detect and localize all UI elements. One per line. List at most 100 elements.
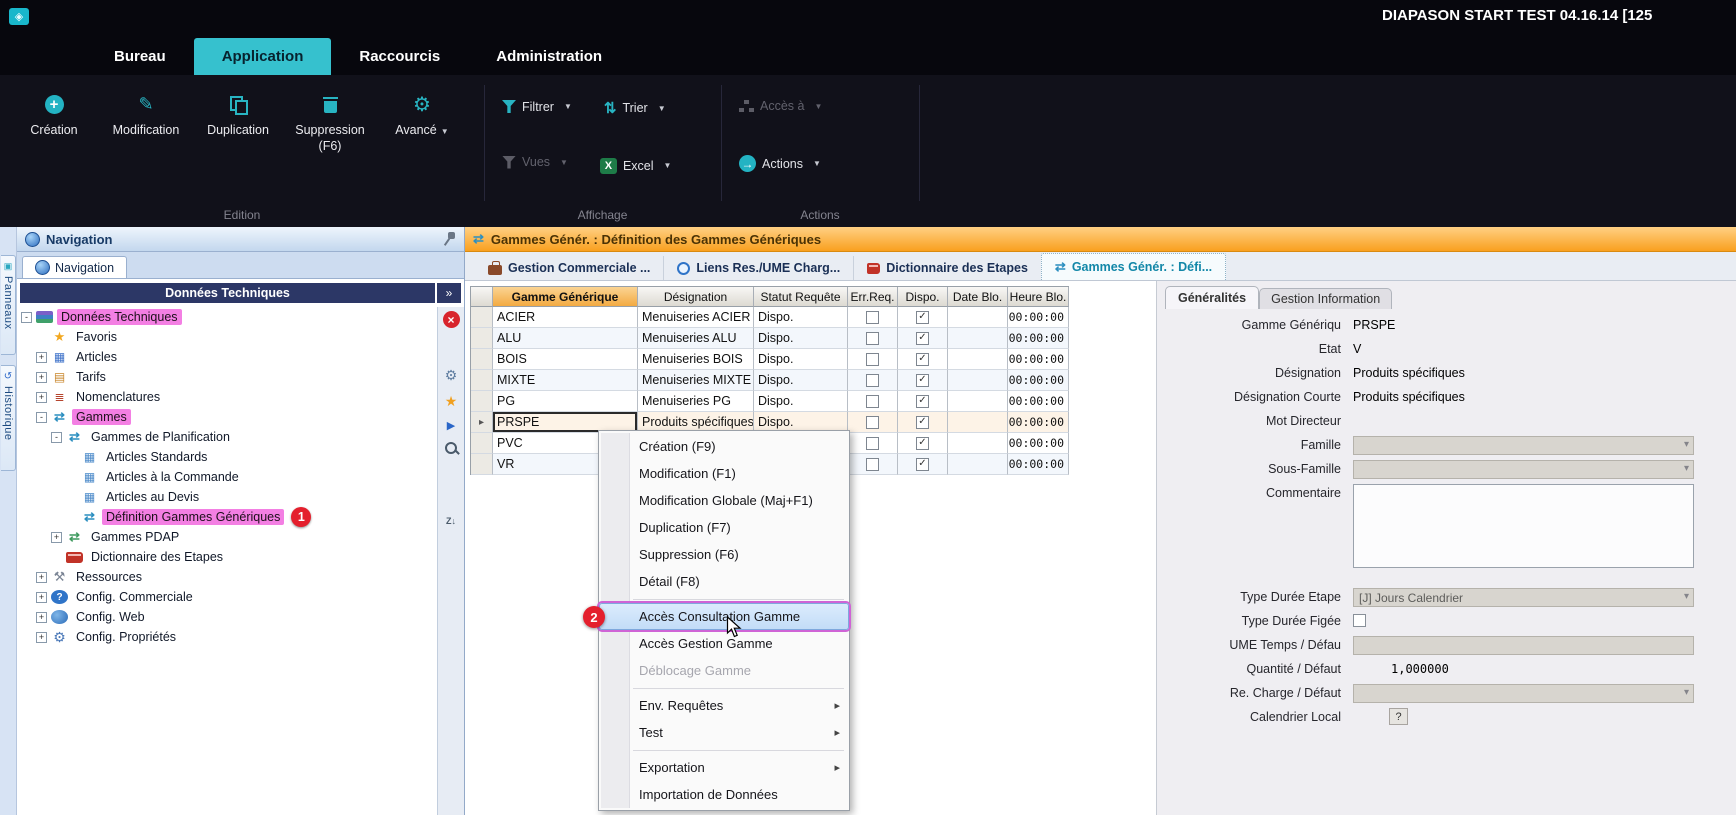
table-row-alu[interactable]: ALUMenuiseries ALUDispo.✓00:00:00 [471,328,1069,349]
ribbon-button-avance[interactable]: ⚙Avancé▼ [376,85,468,155]
tree-item-articles-standards[interactable]: ▦Articles Standards [17,447,437,467]
expander-icon[interactable]: + [36,372,47,383]
pin-icon[interactable] [444,232,456,246]
field-select-sous-famille[interactable] [1353,460,1694,479]
search-icon[interactable] [444,441,458,455]
context-menu-item-acces-consultation-gamme[interactable]: Accès Consultation Gamme2 [599,603,849,630]
tree-item-config-commerciale[interactable]: +?Config. Commerciale [17,587,437,607]
column-header-heure-blo[interactable]: Heure Blo. [1008,287,1069,307]
checkbox-err-req[interactable] [866,395,879,408]
tree-item-gammes-de-planification[interactable]: -⇄Gammes de Planification [17,427,437,447]
ribbon-button-suppression-f6[interactable]: Suppression (F6) [284,85,376,155]
document-tab-liens-res-ume-charg[interactable]: Liens Res./UME Charg... [663,256,853,280]
tree-item-donnees-techniques[interactable]: -Données Techniques [17,307,437,327]
column-header-gamme-generique[interactable]: Gamme Générique [493,287,638,307]
tree-item-articles-au-devis[interactable]: ▦Articles au Devis [17,487,437,507]
column-header-statut-requete[interactable]: Statut Requête [754,287,848,307]
document-tab-gammes-gener-defi[interactable]: ⇄Gammes Génér. : Défi... [1041,253,1226,280]
tree-item-dictionnaire-des-etapes[interactable]: Dictionnaire des Etapes [17,547,437,567]
expander-icon[interactable]: + [36,632,47,643]
checkbox-err-req[interactable] [866,374,879,387]
expander-icon[interactable]: + [36,572,47,583]
checkbox-dispo[interactable]: ✓ [916,395,929,408]
table-row-mixte[interactable]: MIXTEMenuiseries MIXTEDispo.✓00:00:00 [471,370,1069,391]
tree-item-gammes[interactable]: -⇄Gammes [17,407,437,427]
ribbon-button-actions[interactable]: →Actions▼ [739,155,821,172]
tree-item-config-proprietes[interactable]: +⚙Config. Propriétés [17,627,437,647]
column-header-designation[interactable]: Désignation [638,287,754,307]
field-select-re-charge-defaut[interactable] [1353,684,1694,703]
sort-za-icon[interactable]: Z↓ [446,516,456,526]
tree-item-tarifs[interactable]: +▤Tarifs [17,367,437,387]
tab-navigation[interactable]: Navigation [22,256,127,278]
go-arrow-icon[interactable]: ▶ [447,419,455,432]
expander-icon[interactable]: - [21,312,32,323]
checkbox-dispo[interactable]: ✓ [916,374,929,387]
ribbon-button-duplication[interactable]: Duplication [192,85,284,155]
field-textarea-commentaire[interactable] [1353,484,1694,568]
context-menu-item-modification-f1[interactable]: Modification (F1) [599,460,849,487]
column-header-err-req[interactable]: Err.Req. [848,287,898,307]
expander-icon[interactable]: + [36,612,47,623]
ribbon-button-vues[interactable]: Vues▼ [502,155,568,169]
menu-tab-application[interactable]: Application [194,38,332,75]
tree-item-definition-gammes-generiques[interactable]: ⇄Définition Gammes Génériques1 [17,507,437,527]
context-menu-item-env-requetes[interactable]: Env. Requêtes▸ [599,692,849,719]
menu-tab-administration[interactable]: Administration [468,38,630,75]
tree-collapse-button[interactable]: » [437,283,461,303]
side-tab-historique[interactable]: ↺ Historique [1,365,16,471]
column-header-dispo[interactable]: Dispo. [898,287,948,307]
tree-item-gammes-pdap[interactable]: +⇄Gammes PDAP [17,527,437,547]
expander-icon[interactable]: - [36,412,47,423]
checkbox-dispo[interactable]: ✓ [916,353,929,366]
field-select-type-duree-etape[interactable]: [J] Jours Calendrier [1353,588,1694,607]
context-menu-item-duplication-f7[interactable]: Duplication (F7) [599,514,849,541]
tree-item-articles-a-la-commande[interactable]: ▦Articles à la Commande [17,467,437,487]
checkbox-dispo[interactable]: ✓ [916,437,929,450]
checkbox-dispo[interactable]: ✓ [916,332,929,345]
context-menu-item-creation-f9[interactable]: Création (F9) [599,433,849,460]
expander-icon[interactable]: + [36,592,47,603]
side-tab-panneaux[interactable]: ▣ Panneaux [1,255,16,355]
menu-tab-bureau[interactable]: Bureau [86,38,194,75]
document-tab-dictionnaire-des-etapes[interactable]: Dictionnaire des Etapes [853,256,1041,280]
checkbox-dispo[interactable]: ✓ [916,416,929,429]
expander-icon[interactable]: + [36,392,47,403]
tab-generalites[interactable]: Généralités [1165,286,1259,309]
checkbox-err-req[interactable] [866,437,879,450]
checkbox-err-req[interactable] [866,353,879,366]
context-menu-item-test[interactable]: Test▸ [599,719,849,746]
favorite-icon[interactable]: ★ [445,393,458,410]
column-header-date-blo[interactable]: Date Blo. [948,287,1008,307]
ribbon-button-acces-a[interactable]: Accès à▼ [739,99,822,113]
checkbox-dispo[interactable]: ✓ [916,458,929,471]
context-menu-item-deblocage-gamme[interactable]: Déblocage Gamme [599,657,849,684]
tree-item-ressources[interactable]: +⚒Ressources [17,567,437,587]
expander-icon[interactable]: + [51,532,62,543]
context-menu-item-detail-f8[interactable]: Détail (F8) [599,568,849,595]
menu-tab-raccourcis[interactable]: Raccourcis [331,38,468,75]
freeze-icon[interactable]: ⚙ [445,367,458,384]
expander-icon[interactable]: + [36,352,47,363]
ribbon-button-excel[interactable]: XExcel▼ [600,158,672,174]
table-row-pg[interactable]: PGMenuiseries PGDispo.✓00:00:00 [471,391,1069,412]
checkbox-err-req[interactable] [866,416,879,429]
expander-icon[interactable]: - [51,432,62,443]
field-input-ume-temps-defau[interactable] [1353,636,1694,655]
tab-gestion-information[interactable]: Gestion Information [1259,288,1392,309]
document-tab-gestion-commerciale[interactable]: Gestion Commerciale ... [475,256,663,280]
ribbon-button-trier[interactable]: ⇅Trier▼ [604,99,666,117]
ribbon-button-modification[interactable]: ✎Modification [100,85,192,155]
checkbox-dispo[interactable]: ✓ [916,311,929,324]
help-button[interactable]: ? [1389,708,1408,725]
column-header-selector[interactable] [471,287,493,307]
checkbox-err-req[interactable] [866,458,879,471]
context-menu-item-suppression-f6[interactable]: Suppression (F6) [599,541,849,568]
tree-item-favoris[interactable]: ★Favoris [17,327,437,347]
table-row-acier[interactable]: ACIERMenuiseries ACIERDispo.✓00:00:00 [471,307,1069,328]
ribbon-button-creation[interactable]: +Création [8,85,100,155]
field-checkbox-type-duree-figee[interactable] [1353,614,1366,627]
tree-item-articles[interactable]: +▦Articles [17,347,437,367]
table-row-bois[interactable]: BOISMenuiseries BOISDispo.✓00:00:00 [471,349,1069,370]
field-select-famille[interactable] [1353,436,1694,455]
